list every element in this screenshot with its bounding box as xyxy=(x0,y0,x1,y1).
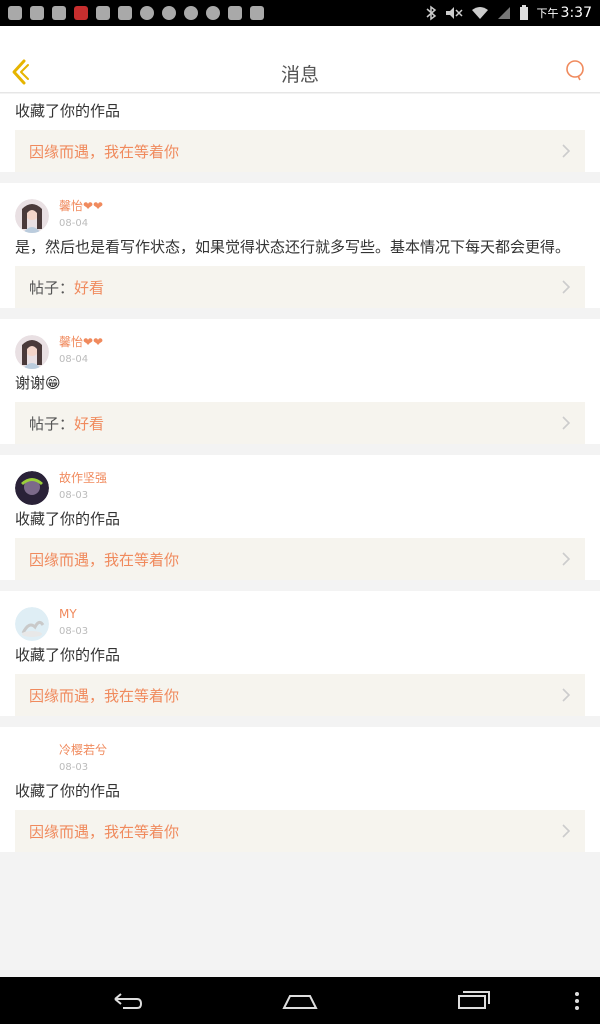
image-icon xyxy=(52,6,66,20)
chat-search-icon[interactable] xyxy=(564,59,586,81)
ref-title: 因缘而遇，我在等着你 xyxy=(29,822,180,841)
message-date: 08-03 xyxy=(59,490,89,501)
message-text: 是，然后也是看写作状态，如果觉得状态还行就多写些。基本情况下每天都会更得。 xyxy=(15,238,571,256)
app-icon xyxy=(228,6,242,20)
bluetooth-icon xyxy=(426,5,436,21)
work-link[interactable]: 因缘而遇，我在等着你 xyxy=(15,538,585,580)
chevron-right-icon xyxy=(562,144,571,158)
wifi-icon xyxy=(471,7,488,19)
app-icon xyxy=(140,6,154,20)
ref-title: 因缘而遇，我在等着你 xyxy=(29,686,180,705)
sd-card-icon xyxy=(8,6,22,20)
message-date: 08-04 xyxy=(59,218,89,229)
avatar[interactable] xyxy=(15,199,49,233)
work-link[interactable]: 因缘而遇，我在等着你 xyxy=(15,674,585,716)
avatar[interactable] xyxy=(15,335,49,369)
notification-icons xyxy=(8,6,264,20)
app-header: 消息 xyxy=(0,26,600,93)
clock: 下午 3:37 xyxy=(537,5,592,21)
tiktok-icon xyxy=(96,6,110,20)
chevron-right-icon xyxy=(562,552,571,566)
message-text: 收藏了你的作品 xyxy=(15,782,121,800)
avatar[interactable] xyxy=(15,471,49,505)
message-card: 故作坚强 08-03 收藏了你的作品 因缘而遇，我在等着你 xyxy=(0,455,600,580)
message-date: 08-04 xyxy=(59,354,89,365)
chevron-right-icon xyxy=(562,280,571,294)
message-card: 馨怡❤❤ 08-04 是，然后也是看写作状态，如果觉得状态还行就多写些。基本情况… xyxy=(0,183,600,308)
back-nav-icon[interactable] xyxy=(107,986,147,1016)
lock-icon xyxy=(30,6,44,20)
clock-period: 下午 xyxy=(536,7,559,20)
work-link[interactable]: 因缘而遇，我在等着你 xyxy=(15,810,585,852)
username[interactable]: 冷樱若兮 xyxy=(59,743,107,757)
shield-icon xyxy=(250,6,264,20)
battery-icon xyxy=(519,5,528,20)
avatar[interactable] xyxy=(15,743,49,777)
app-icon xyxy=(184,6,198,20)
user-row: 馨怡❤❤ 08-04 xyxy=(15,183,585,236)
user-row: 冷樱若兮 08-03 xyxy=(15,727,585,780)
app-notification-icon xyxy=(74,6,88,20)
message-card: MY 08-03 收藏了你的作品 因缘而遇，我在等着你 xyxy=(0,591,600,716)
chevron-right-icon xyxy=(562,688,571,702)
username[interactable]: 故作坚强 xyxy=(59,471,107,485)
message-list[interactable]: 收藏了你的作品 因缘而遇，我在等着你 馨怡❤❤ 08-04 是，然后也是看写作状… xyxy=(0,94,600,863)
message-date: 08-03 xyxy=(59,626,89,637)
ref-title: 因缘而遇，我在等着你 xyxy=(29,550,180,569)
message-text: 收藏了你的作品 xyxy=(15,646,121,664)
signal-icon xyxy=(497,7,510,19)
clock-time: 3:37 xyxy=(560,5,592,21)
ref-prefix: 帖子： xyxy=(29,414,75,433)
overflow-menu-icon[interactable] xyxy=(574,991,580,1011)
ref-prefix: 帖子： xyxy=(29,278,75,297)
app-icon xyxy=(162,6,176,20)
badge-icon xyxy=(206,6,220,20)
username[interactable]: 馨怡❤❤ xyxy=(59,199,103,213)
ref-title: 因缘而遇，我在等着你 xyxy=(29,142,180,161)
status-bar: 下午 3:37 xyxy=(0,0,600,26)
home-nav-icon[interactable] xyxy=(280,986,320,1016)
avatar[interactable] xyxy=(15,607,49,641)
message-text: 收藏了你的作品 xyxy=(15,510,121,528)
message-card: 冷樱若兮 08-03 收藏了你的作品 因缘而遇，我在等着你 xyxy=(0,727,600,852)
message-text: 收藏了你的作品 xyxy=(15,102,121,120)
app-icon xyxy=(118,6,132,20)
page-title: 消息 xyxy=(280,64,319,86)
user-row: 故作坚强 08-03 xyxy=(15,455,585,508)
chevron-right-icon xyxy=(562,824,571,838)
message-date: 08-03 xyxy=(59,762,89,773)
system-nav-bar xyxy=(0,977,600,1024)
username[interactable]: MY xyxy=(59,607,88,621)
message-card: 馨怡❤❤ 08-04 谢谢😁 帖子：好看 xyxy=(0,319,600,444)
username[interactable]: 馨怡❤❤ xyxy=(59,335,103,349)
post-link[interactable]: 帖子：好看 xyxy=(15,402,585,444)
ref-title: 好看 xyxy=(74,278,105,297)
message-card: 收藏了你的作品 因缘而遇，我在等着你 xyxy=(0,94,600,172)
recent-apps-icon[interactable] xyxy=(453,986,493,1016)
user-row: 馨怡❤❤ 08-04 xyxy=(15,319,585,372)
user-row: MY 08-03 xyxy=(15,591,585,644)
work-link[interactable]: 因缘而遇，我在等着你 xyxy=(15,130,585,172)
ref-title: 好看 xyxy=(74,414,105,433)
message-text: 谢谢😁 xyxy=(15,374,61,392)
chevron-right-icon xyxy=(562,416,571,430)
post-link[interactable]: 帖子：好看 xyxy=(15,266,585,308)
mute-icon xyxy=(445,7,463,19)
